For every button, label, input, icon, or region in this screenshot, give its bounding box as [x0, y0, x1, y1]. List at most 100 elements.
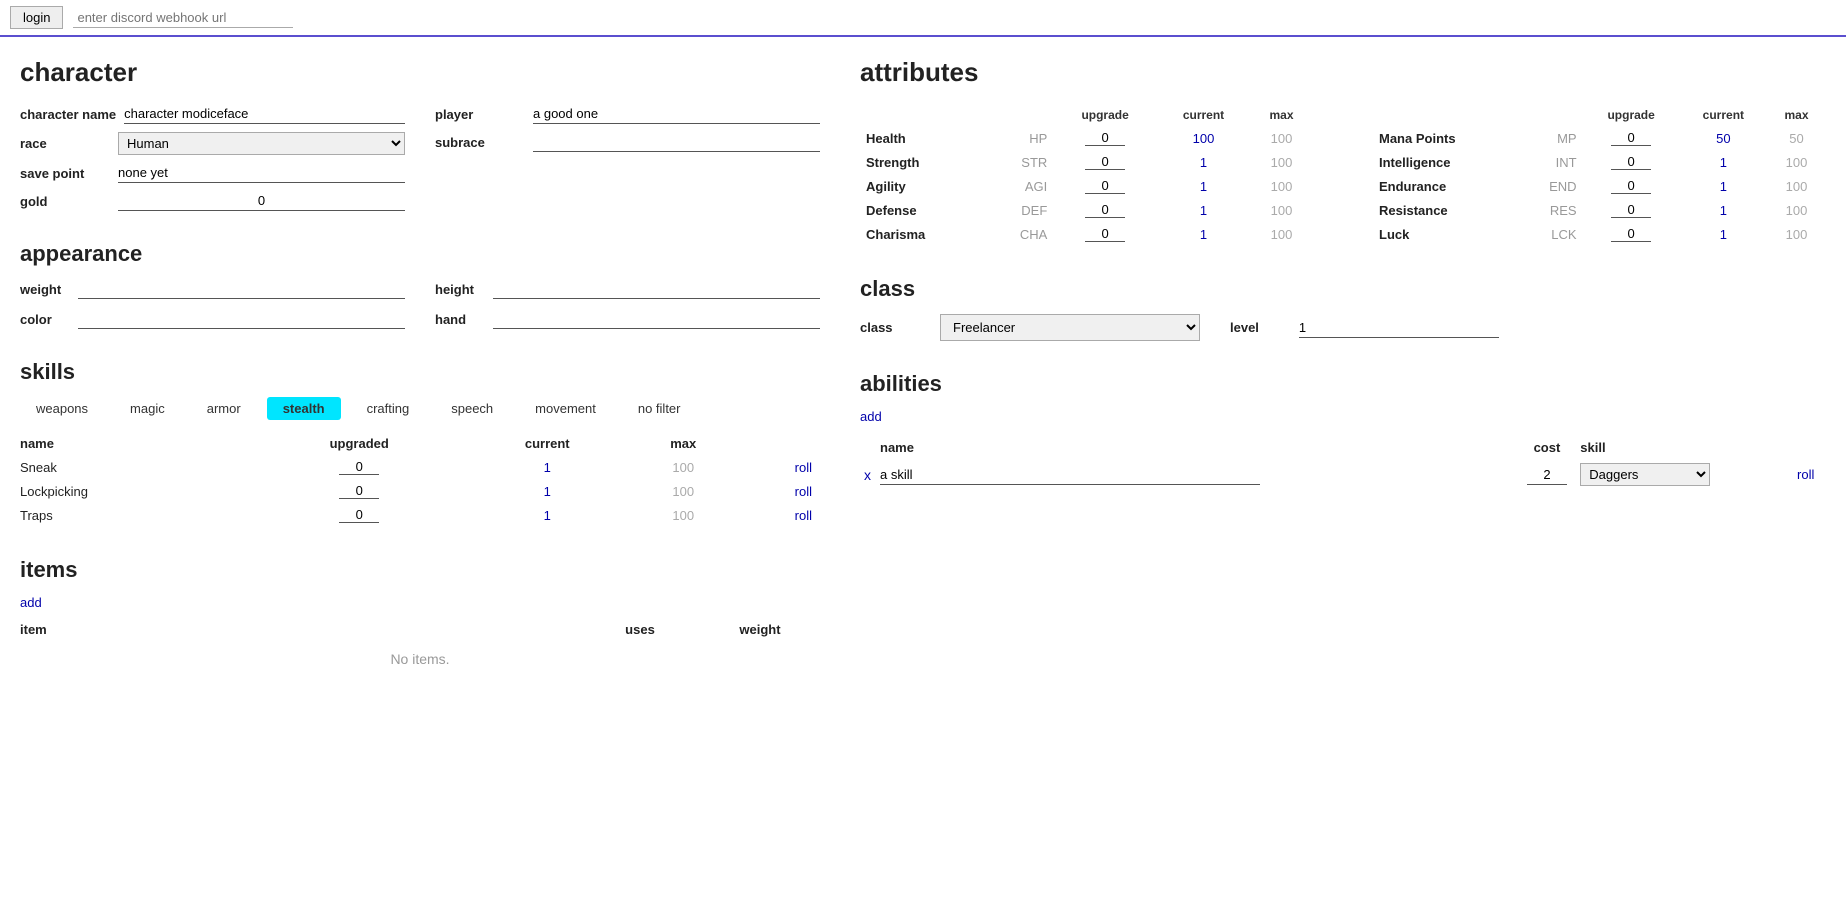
player-input[interactable] — [533, 104, 820, 124]
attr-abbr: LCK — [1518, 222, 1583, 246]
skills-section: skills weapons magic armor stealth crafting s… — [20, 359, 820, 527]
attr-upgrade-input[interactable] — [1085, 226, 1125, 242]
skill-tab-speech[interactable]: speech — [435, 397, 509, 420]
attr-abbr: DEF — [984, 198, 1053, 222]
ability-name-input[interactable] — [880, 465, 1260, 485]
skills-col-upgraded: upgraded — [258, 432, 469, 455]
attr-name: Defense — [860, 198, 984, 222]
table-row: Resistance RES 1 100 — [1373, 198, 1826, 222]
height-input[interactable] — [493, 279, 820, 299]
skills-col-max: max — [634, 432, 741, 455]
abilities-table: name cost skill x DaggersSwordsBowsSteal… — [860, 436, 1826, 490]
skill-upgraded-input[interactable] — [339, 507, 379, 523]
attr-upgrade-input[interactable] — [1611, 202, 1651, 218]
left-current-header: current — [1157, 104, 1250, 126]
attr-upgrade-input[interactable] — [1085, 178, 1125, 194]
no-items-text: No items. — [20, 651, 820, 667]
attr-upgrade-input[interactable] — [1611, 178, 1651, 194]
skill-tab-armor[interactable]: armor — [191, 397, 257, 420]
attr-abbr: STR — [984, 150, 1053, 174]
skill-roll-link[interactable]: roll — [795, 508, 812, 523]
abilities-col-name: name — [880, 436, 1514, 459]
attr-current: 1 — [1157, 150, 1250, 174]
skill-tab-stealth[interactable]: stealth — [267, 397, 341, 420]
ability-cost-input[interactable] — [1527, 465, 1567, 485]
skill-roll-link[interactable]: roll — [795, 460, 812, 475]
color-field: color — [20, 309, 405, 329]
attr-max: 100 — [1250, 222, 1313, 246]
attr-abbr: HP — [984, 126, 1053, 150]
player-label: player — [435, 107, 525, 122]
attr-max: 100 — [1767, 174, 1826, 198]
skill-upgraded-input[interactable] — [339, 459, 379, 475]
attr-abbr: END — [1518, 174, 1583, 198]
table-row: Endurance END 1 100 — [1373, 174, 1826, 198]
attr-current: 1 — [1157, 222, 1250, 246]
character-title: character — [20, 57, 820, 88]
table-row: Mana Points MP 50 50 — [1373, 126, 1826, 150]
abilities-section: abilities add name cost skill x DaggersS… — [860, 371, 1826, 490]
ability-remove-button[interactable]: x — [860, 467, 875, 483]
race-select[interactable]: Human Elf Dwarf Orc — [118, 132, 405, 155]
skill-current: 1 — [469, 479, 634, 503]
table-row: Agility AGI 1 100 — [860, 174, 1313, 198]
hand-input[interactable] — [493, 309, 820, 329]
skill-roll-link[interactable]: roll — [795, 484, 812, 499]
appearance-section: appearance weight height color hand — [20, 241, 820, 329]
char-name-input[interactable] — [124, 104, 405, 124]
abilities-add-link[interactable]: add — [860, 409, 882, 424]
skills-title: skills — [20, 359, 820, 385]
attr-max: 100 — [1250, 150, 1313, 174]
char-right-fields: player subrace — [435, 104, 820, 211]
skill-tab-crafting[interactable]: crafting — [351, 397, 426, 420]
attr-upgrade-input[interactable] — [1611, 130, 1651, 146]
level-label: level — [1230, 320, 1259, 335]
left-max-header: max — [1250, 104, 1313, 126]
skills-table: name upgraded current max Sneak 1 100 ro… — [20, 432, 820, 527]
skill-tab-movement[interactable]: movement — [519, 397, 612, 420]
skill-max: 100 — [634, 479, 741, 503]
skill-tab-no filter[interactable]: no filter — [622, 397, 697, 420]
attributes-title: attributes — [860, 57, 1826, 88]
save-point-input[interactable] — [118, 163, 405, 183]
skill-tab-weapons[interactable]: weapons — [20, 397, 104, 420]
color-input[interactable] — [78, 309, 405, 329]
attr-upgrade-input[interactable] — [1085, 202, 1125, 218]
items-col-item: item — [20, 618, 500, 641]
gold-input[interactable] — [118, 191, 405, 211]
attr-current: 1 — [1157, 174, 1250, 198]
class-select[interactable]: FreelancerWarriorMageRogueHealer — [940, 314, 1200, 341]
items-section: items add item uses weight No items. — [20, 557, 820, 667]
left-attr-table: upgrade current max Health HP 100 100 St… — [860, 104, 1313, 246]
ability-roll-link[interactable]: roll — [1797, 467, 1814, 482]
attr-max: 100 — [1767, 222, 1826, 246]
level-input[interactable] — [1299, 318, 1499, 338]
subrace-input[interactable] — [533, 132, 820, 152]
hand-label: hand — [435, 312, 485, 327]
class-title: class — [860, 276, 1826, 302]
char-name-row: character name — [20, 104, 405, 124]
table-row: Defense DEF 1 100 — [860, 198, 1313, 222]
character-section: character character name race Human Elf … — [20, 57, 820, 211]
attr-abbr: RES — [1518, 198, 1583, 222]
ability-skill-select[interactable]: DaggersSwordsBowsStealthMagic — [1580, 463, 1710, 486]
attr-upgrade-input[interactable] — [1611, 226, 1651, 242]
attr-upgrade-input[interactable] — [1085, 154, 1125, 170]
items-table: item uses weight — [20, 618, 820, 641]
gold-row: gold — [20, 191, 405, 211]
weight-input[interactable] — [78, 279, 405, 299]
weight-label: weight — [20, 282, 70, 297]
abilities-title: abilities — [860, 371, 1826, 397]
webhook-input[interactable] — [73, 8, 293, 28]
items-add-link[interactable]: add — [20, 595, 42, 610]
skill-tab-magic[interactable]: magic — [114, 397, 181, 420]
skill-tabs: weapons magic armor stealth crafting speech mo… — [20, 397, 820, 420]
table-row: Charisma CHA 1 100 — [860, 222, 1313, 246]
login-button[interactable]: login — [10, 6, 63, 29]
skill-upgraded-input[interactable] — [339, 483, 379, 499]
abilities-col-cost: cost — [1514, 436, 1581, 459]
race-label: race — [20, 136, 110, 151]
attr-current: 1 — [1680, 174, 1767, 198]
attr-upgrade-input[interactable] — [1611, 154, 1651, 170]
attr-upgrade-input[interactable] — [1085, 130, 1125, 146]
